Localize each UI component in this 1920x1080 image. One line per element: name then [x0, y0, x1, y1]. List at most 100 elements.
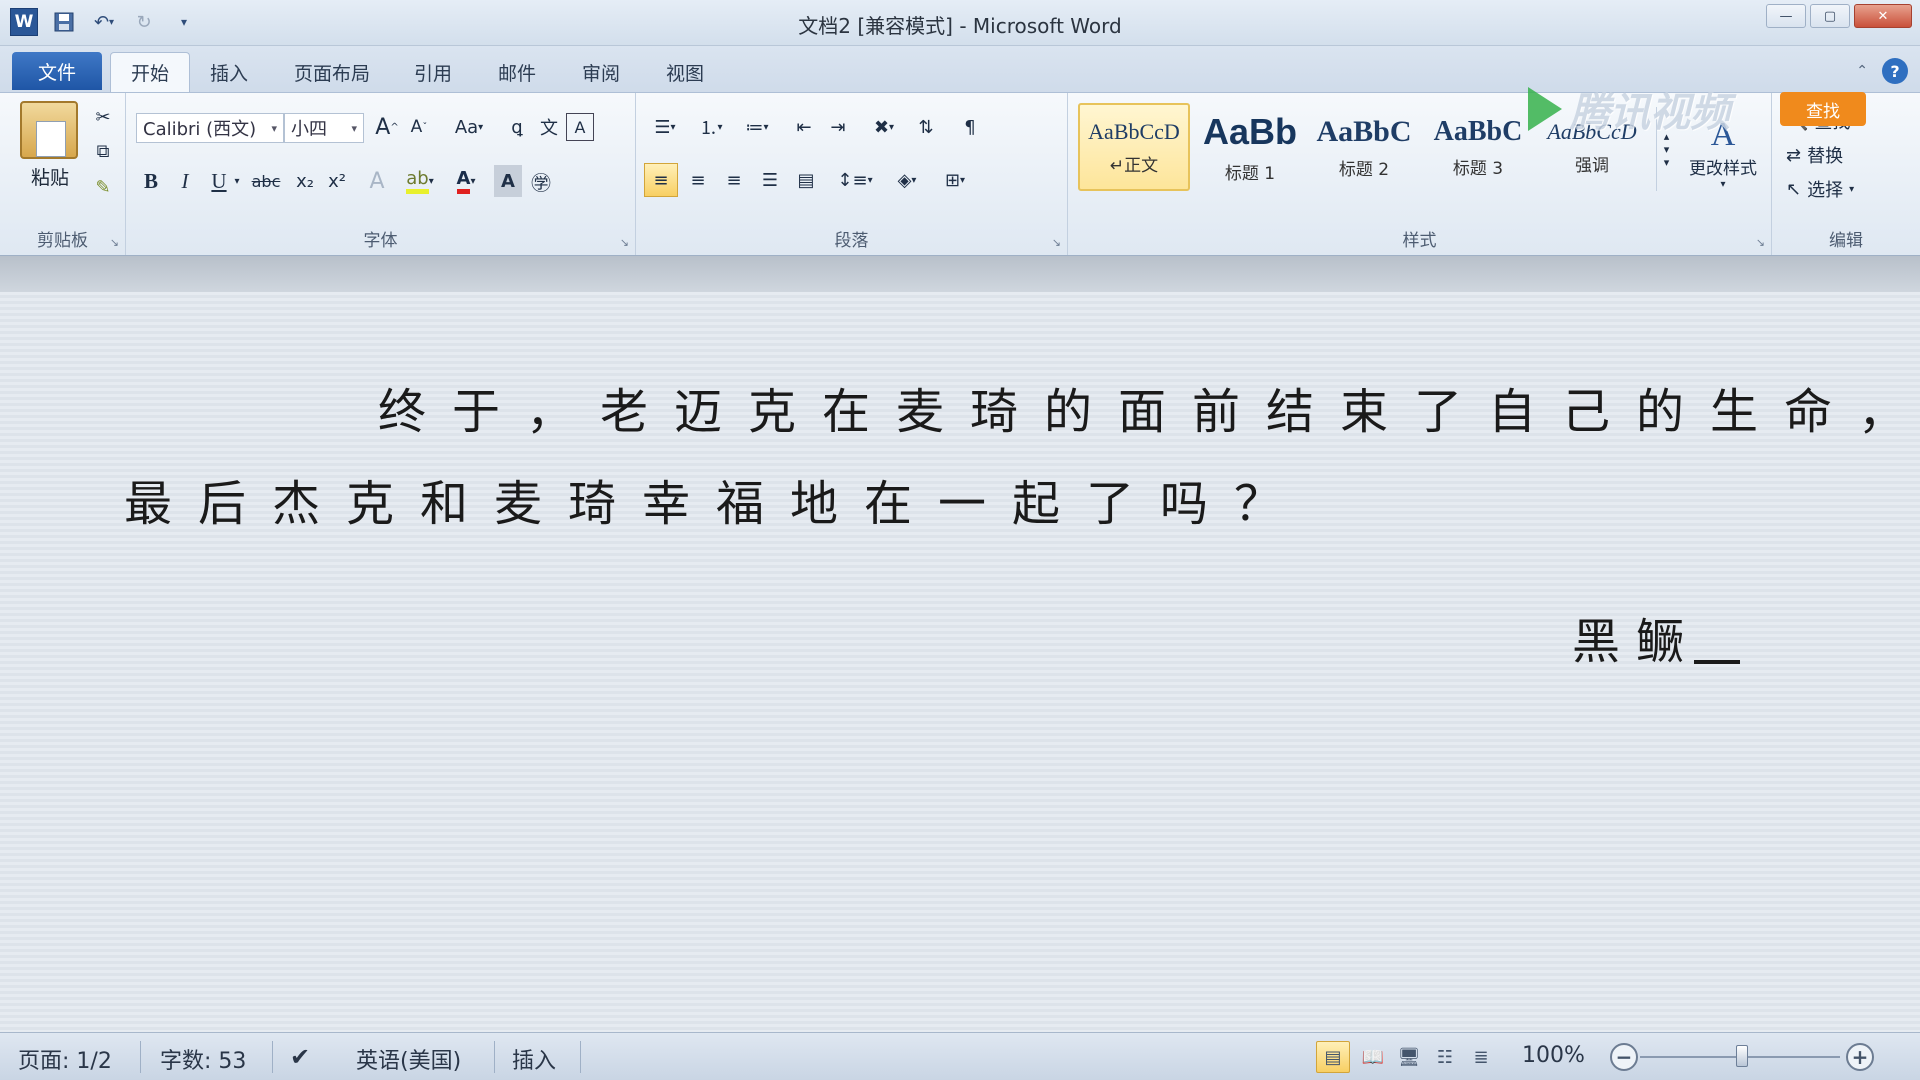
- copy-icon[interactable]: ⧉: [88, 137, 118, 165]
- style-heading-3[interactable]: AaBbC 标题 3: [1422, 103, 1534, 191]
- character-border-icon[interactable]: A: [566, 113, 594, 141]
- replace-icon: ⇄: [1786, 144, 1802, 166]
- tab-file[interactable]: 文件: [12, 52, 102, 90]
- tab-insert[interactable]: 插入: [190, 52, 268, 92]
- align-left-icon[interactable]: ≡: [644, 163, 678, 197]
- select-button[interactable]: ↖ 选择 ▾: [1786, 175, 1906, 203]
- full-screen-reading-icon[interactable]: 📖: [1356, 1041, 1390, 1073]
- replace-button[interactable]: ⇄ 替换: [1786, 141, 1906, 169]
- font-size-select[interactable]: 小四 ▾: [284, 113, 364, 143]
- chinese-layout-icon[interactable]: ✖ ▾: [864, 111, 904, 143]
- font-name-select[interactable]: Calibri (西文) ▾: [136, 113, 284, 143]
- web-layout-icon[interactable]: 🖥: [1392, 1041, 1426, 1073]
- help-icon[interactable]: ?: [1882, 58, 1908, 84]
- borders-icon[interactable]: ⊞ ▾: [934, 163, 976, 197]
- tab-mailings[interactable]: 邮件: [478, 52, 556, 92]
- document-line-1[interactable]: 终于，老迈克在麦琦的面前结束了自己的生命，: [378, 372, 1920, 442]
- zoom-out-button[interactable]: −: [1610, 1043, 1638, 1071]
- cut-icon[interactable]: ✂: [88, 103, 118, 131]
- style-sample: AaBbC: [1433, 115, 1523, 147]
- increase-indent-icon[interactable]: ⇥: [822, 111, 854, 143]
- style-sample: AaBb: [1202, 110, 1297, 152]
- shading-icon[interactable]: ◈ ▾: [886, 163, 928, 197]
- style-heading-2[interactable]: AaBbC 标题 2: [1308, 103, 1420, 191]
- style-name: 标题 3: [1452, 158, 1504, 179]
- styles-launcher-icon[interactable]: ↘: [1756, 236, 1765, 249]
- align-center-icon[interactable]: ≡: [682, 163, 714, 197]
- tab-home[interactable]: 开始: [110, 52, 191, 92]
- paste-icon[interactable]: [20, 101, 78, 159]
- sort-icon[interactable]: ⇅: [910, 111, 942, 143]
- clear-formatting-icon[interactable]: ꝗ: [502, 111, 532, 143]
- font-launcher-icon[interactable]: ↘: [620, 236, 629, 249]
- minimize-ribbon-icon[interactable]: ⌃: [1856, 63, 1868, 79]
- paragraph-launcher-icon[interactable]: ↘: [1052, 236, 1061, 249]
- enclose-characters-icon[interactable]: ㊫: [526, 165, 556, 197]
- tab-view[interactable]: 视图: [646, 52, 724, 92]
- clipboard-launcher-icon[interactable]: ↘: [110, 236, 119, 249]
- video-watermark: 腾讯视频: [1528, 80, 1730, 138]
- bullets-icon[interactable]: ☰ ▾: [644, 111, 686, 143]
- style-normal[interactable]: AaBbCcD ↵正文: [1078, 103, 1190, 191]
- bold-button[interactable]: B: [136, 165, 166, 197]
- style-name: 标题 1: [1224, 163, 1276, 184]
- show-marks-icon[interactable]: ¶: [954, 111, 986, 143]
- play-logo-icon: [1528, 87, 1562, 131]
- clipboard-group-label: 剪贴板: [37, 231, 88, 251]
- chevron-down-icon[interactable]: ▾: [230, 165, 244, 197]
- tab-review[interactable]: 审阅: [562, 52, 640, 92]
- style-name: 标题 2: [1338, 159, 1390, 180]
- print-layout-view-icon[interactable]: ▤: [1316, 1041, 1350, 1073]
- insert-mode-indicator[interactable]: 插入: [512, 1043, 556, 1075]
- maximize-button[interactable]: ▢: [1810, 4, 1850, 28]
- decrease-indent-icon[interactable]: ⇤: [788, 111, 820, 143]
- clipboard-group: 粘贴 ✂ ⧉ ✎ 剪贴板 ↘: [0, 93, 126, 255]
- distributed-icon[interactable]: ▤: [790, 163, 822, 197]
- cursor-icon: ↖: [1786, 178, 1802, 200]
- style-heading-1[interactable]: AaBb 标题 1: [1194, 103, 1306, 191]
- line-spacing-icon[interactable]: ↕≡ ▾: [834, 163, 876, 197]
- page-count[interactable]: 页面: 1/2: [18, 1043, 112, 1075]
- strikethrough-button[interactable]: abc: [246, 165, 286, 197]
- zoom-in-button[interactable]: +: [1846, 1043, 1874, 1071]
- minimize-button[interactable]: —: [1766, 4, 1806, 28]
- superscript-button[interactable]: x²: [322, 165, 352, 197]
- style-name: ↵正文: [1109, 155, 1159, 176]
- phonetic-guide-icon[interactable]: 文: [534, 111, 564, 143]
- draft-view-icon[interactable]: ≣: [1464, 1041, 1498, 1073]
- subscript-button[interactable]: x₂: [290, 165, 320, 197]
- language-indicator[interactable]: 英语(美国): [356, 1043, 461, 1075]
- window-title: 文档2 [兼容模式] - Microsoft Word: [798, 14, 1122, 38]
- font-color-button[interactable]: A ▾: [444, 165, 488, 197]
- shrink-font-icon[interactable]: Aˇ: [404, 111, 434, 143]
- font-name-value: Calibri (西文): [143, 119, 257, 140]
- zoom-level[interactable]: 100%: [1522, 1043, 1585, 1068]
- outline-view-icon[interactable]: ☷: [1428, 1041, 1462, 1073]
- text-cursor: [1694, 660, 1741, 664]
- paste-button[interactable]: 粘贴: [22, 163, 78, 190]
- document-signature[interactable]: 黑鳜: [1572, 602, 1741, 672]
- justify-icon[interactable]: ☰: [754, 163, 786, 197]
- tab-references[interactable]: 引用: [394, 52, 472, 92]
- zoom-slider-thumb[interactable]: [1736, 1045, 1748, 1067]
- text-effects-icon[interactable]: A: [362, 165, 392, 197]
- grow-font-icon[interactable]: A ^: [372, 111, 402, 143]
- font-size-value: 小四: [291, 119, 327, 140]
- align-right-icon[interactable]: ≡: [718, 163, 750, 197]
- ruler-gap: [0, 256, 1920, 292]
- multilevel-list-icon[interactable]: ≔ ▾: [736, 111, 778, 143]
- close-button[interactable]: ✕: [1854, 4, 1912, 28]
- paragraph-group: ☰ ▾ ⒈ ▾ ≔ ▾ ⇤ ⇥ ✖ ▾ ⇅ ¶ ≡ ≡ ≡ ☰ ▤ ↕≡ ▾ ◈ ▾ ⊞ ▾ …: [636, 93, 1068, 255]
- italic-button[interactable]: I: [170, 165, 200, 197]
- proofing-icon[interactable]: ✔: [290, 1043, 310, 1071]
- document-line-2[interactable]: 最后杰克和麦琦幸福地在一起了吗？: [124, 464, 1308, 534]
- highlight-color-icon[interactable]: ab ▾: [398, 165, 442, 197]
- numbering-icon[interactable]: ⒈ ▾: [690, 111, 732, 143]
- editing-group-label: 编辑: [1829, 231, 1863, 251]
- document-page[interactable]: 终于，老迈克在麦琦的面前结束了自己的生命， 最后杰克和麦琦幸福地在一起了吗？ 黑…: [0, 292, 1920, 1032]
- change-case-icon[interactable]: Aa ▾: [448, 111, 490, 143]
- word-count[interactable]: 字数: 53: [160, 1043, 246, 1075]
- format-painter-icon[interactable]: ✎: [88, 173, 118, 201]
- tab-page-layout[interactable]: 页面布局: [274, 52, 390, 92]
- character-shading-icon[interactable]: A: [494, 165, 522, 197]
